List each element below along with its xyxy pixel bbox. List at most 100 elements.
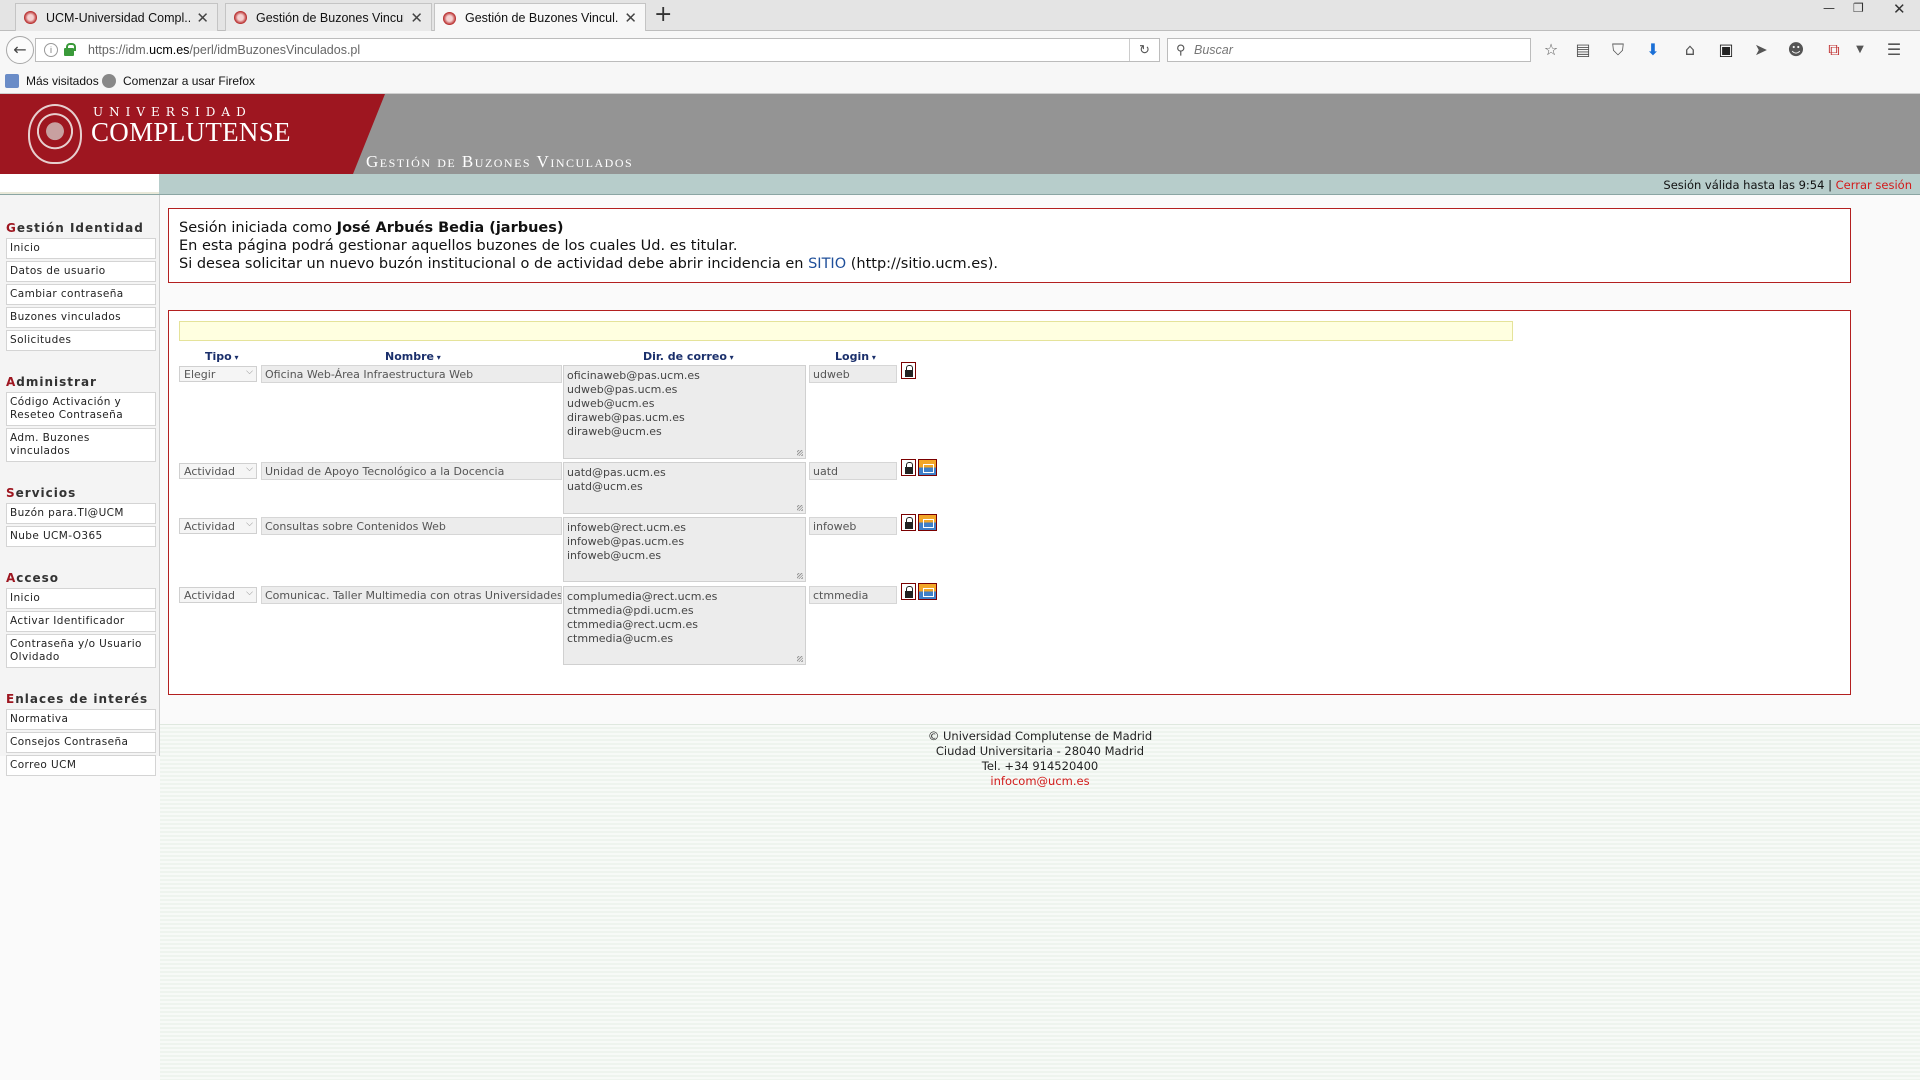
sidebar-item-solicitudes[interactable]: Solicitudes bbox=[6, 330, 156, 351]
info-icon[interactable]: i bbox=[44, 43, 58, 57]
bookmark-star-icon[interactable]: ☆ bbox=[1541, 40, 1561, 60]
download-icon[interactable]: ⬇ bbox=[1643, 40, 1663, 60]
tipo-select[interactable]: Actividad ⌵ bbox=[179, 463, 257, 479]
login-field[interactable]: ctmmedia bbox=[809, 586, 897, 604]
browser-nav-bar: ← i https://idm.ucm.es/perl/idmBuzonesVi… bbox=[0, 31, 1920, 69]
nombre-field[interactable]: Consultas sobre Contenidos Web bbox=[261, 517, 562, 535]
menu-icon[interactable]: ☰ bbox=[1884, 40, 1904, 60]
reading-list-icon[interactable]: ▤ bbox=[1573, 40, 1593, 60]
translate-icon[interactable]: ⧉ bbox=[1824, 40, 1844, 60]
footer: © Universidad Complutense de Madrid Ciud… bbox=[160, 724, 1920, 1080]
nombre-field[interactable]: Unidad de Apoyo Tecnológico a la Docenci… bbox=[261, 462, 562, 480]
correo-textarea[interactable]: oficinaweb@pas.ucm.es udweb@pas.ucm.es udw… bbox=[563, 365, 806, 459]
mail-access-icon[interactable] bbox=[918, 459, 937, 476]
sidebar: Gestión Identidad Inicio Datos de usuari… bbox=[0, 195, 160, 776]
mail-access-icon[interactable] bbox=[918, 583, 937, 600]
lock-password-icon[interactable] bbox=[901, 583, 916, 600]
message-area bbox=[179, 321, 1513, 341]
search-icon: ⚲ bbox=[1176, 42, 1186, 57]
session-info: Sesión válida hasta las 9:54 | Cerrar se… bbox=[1663, 178, 1912, 192]
column-header-login[interactable]: Login bbox=[835, 350, 876, 363]
column-header-nombre[interactable]: Nombre bbox=[385, 350, 441, 363]
tab-title: UCM-Universidad Compl... bbox=[46, 10, 191, 25]
url-text: https://idm.ucm.es/perl/idmBuzonesVincul… bbox=[88, 43, 361, 57]
info-line-request: Si desea solicitar un nuevo buzón instit… bbox=[179, 256, 998, 272]
sidebar-item-activar-identificador[interactable]: Activar Identificador bbox=[6, 611, 156, 632]
page: UNIVERSIDAD COMPLUTENSE Gestión de Buzon… bbox=[0, 94, 1920, 1080]
bookmarks-bar: Más visitados Comenzar a usar Firefox bbox=[0, 69, 1920, 94]
column-header-tipo[interactable]: Tipo bbox=[205, 350, 239, 363]
nombre-field[interactable]: Oficina Web-Área Infraestructura Web bbox=[261, 365, 562, 383]
restore-window-icon[interactable]: ❐ bbox=[1853, 1, 1864, 15]
search-input[interactable]: ⚲ Buscar bbox=[1167, 38, 1531, 62]
university-seal-icon bbox=[28, 104, 82, 164]
globe-icon bbox=[102, 74, 116, 88]
extension-icon[interactable]: ▣ bbox=[1716, 40, 1736, 60]
close-tab-icon[interactable]: ✕ bbox=[410, 9, 423, 27]
chevron-down-icon: ⌵ bbox=[246, 367, 253, 377]
close-tab-icon[interactable]: ✕ bbox=[624, 9, 637, 27]
url-bar[interactable]: i https://idm.ucm.es/perl/idmBuzonesVinc… bbox=[35, 38, 1160, 62]
correo-textarea[interactable]: infoweb@rect.ucm.es infoweb@pas.ucm.es inf… bbox=[563, 517, 806, 582]
tab-title: Gestión de Buzones Vincul... bbox=[256, 10, 405, 25]
sidebar-item-datos-usuario[interactable]: Datos de usuario bbox=[6, 261, 156, 282]
pocket-icon[interactable]: ⛉ bbox=[1608, 40, 1628, 60]
sidebar-item-inicio[interactable]: Inicio bbox=[6, 238, 156, 259]
chat-icon[interactable]: ☻ bbox=[1786, 40, 1806, 60]
sidebar-item-codigo-activacion[interactable]: Código Activación y Reseteo Contraseña bbox=[6, 392, 156, 426]
sidebar-item-correo-ucm[interactable]: Correo UCM bbox=[6, 755, 156, 776]
app-title: Gestión de Buzones Vinculados bbox=[366, 152, 634, 171]
dropdown-arrow-icon[interactable]: ▼ bbox=[1850, 40, 1870, 60]
correo-textarea[interactable]: complumedia@rect.ucm.es ctmmedia@pdi.ucm.… bbox=[563, 586, 806, 665]
logout-link[interactable]: Cerrar sesión bbox=[1836, 178, 1912, 192]
browser-tab[interactable]: Gestión de Buzones Vincul... ✕ bbox=[225, 3, 432, 31]
lock-password-icon[interactable] bbox=[901, 362, 916, 379]
sidebar-item-cambiar-contrasena[interactable]: Cambiar contraseña bbox=[6, 284, 156, 305]
browser-tab-active[interactable]: Gestión de Buzones Vincul... ✕ bbox=[434, 3, 646, 32]
close-window-icon[interactable]: ✕ bbox=[1893, 0, 1906, 18]
sidebar-item-nube-o365[interactable]: Nube UCM-O365 bbox=[6, 526, 156, 547]
tipo-select[interactable]: Actividad ⌵ bbox=[179, 587, 257, 603]
sitio-link[interactable]: SITIO bbox=[808, 256, 846, 272]
ucm-favicon-icon bbox=[24, 11, 37, 24]
column-header-correo[interactable]: Dir. de correo bbox=[643, 350, 734, 363]
lock-password-icon[interactable] bbox=[901, 459, 916, 476]
sidebar-item-buzones-vinculados[interactable]: Buzones vinculados bbox=[6, 307, 156, 328]
correo-textarea[interactable]: uatd@pas.ucm.es uatd@ucm.es bbox=[563, 462, 806, 514]
login-field[interactable]: infoweb bbox=[809, 517, 897, 535]
sidebar-item-adm-buzones[interactable]: Adm. Buzones vinculados bbox=[6, 428, 156, 462]
reload-icon[interactable]: ↻ bbox=[1129, 39, 1159, 61]
send-icon[interactable]: ➤ bbox=[1751, 40, 1771, 60]
folder-icon bbox=[5, 74, 19, 88]
mail-access-icon[interactable] bbox=[918, 514, 937, 531]
bookmark-firefox[interactable]: Comenzar a usar Firefox bbox=[102, 74, 255, 88]
tipo-select[interactable]: Elegir ⌵ bbox=[179, 366, 257, 382]
new-tab-icon[interactable]: + bbox=[654, 2, 672, 27]
sidebar-item-buzon-para-ti[interactable]: Buzón para.TI@UCM bbox=[6, 503, 156, 524]
chevron-down-icon: ⌵ bbox=[246, 588, 253, 598]
sidebar-item-normativa[interactable]: Normativa bbox=[6, 709, 156, 730]
tipo-select[interactable]: Actividad ⌵ bbox=[179, 518, 257, 534]
tab-title: Gestión de Buzones Vincul... bbox=[465, 11, 619, 25]
ucm-favicon-icon bbox=[234, 11, 247, 24]
chevron-down-icon: ⌵ bbox=[246, 464, 253, 474]
chevron-down-icon: ⌵ bbox=[246, 519, 253, 529]
footer-email-link[interactable]: infocom@ucm.es bbox=[160, 774, 1920, 789]
minimize-window-icon[interactable]: — bbox=[1823, 1, 1835, 15]
sidebar-item-acceso-inicio[interactable]: Inicio bbox=[6, 588, 156, 609]
login-field[interactable]: udweb bbox=[809, 365, 897, 383]
sidebar-section-title: Administrar bbox=[6, 375, 97, 389]
user-name: José Arbués Bedia (jarbues) bbox=[336, 220, 564, 236]
secure-lock-icon[interactable] bbox=[64, 43, 76, 56]
login-field[interactable]: uatd bbox=[809, 462, 897, 480]
lock-password-icon[interactable] bbox=[901, 514, 916, 531]
back-arrow-icon[interactable]: ← bbox=[6, 36, 34, 64]
info-line-user: Sesión iniciada como José Arbués Bedia (… bbox=[179, 220, 564, 236]
close-tab-icon[interactable]: ✕ bbox=[196, 9, 209, 27]
bookmark-mas-visitados[interactable]: Más visitados bbox=[5, 74, 99, 88]
sidebar-item-contrasena-olvidada[interactable]: Contraseña y/o Usuario Olvidado bbox=[6, 634, 156, 668]
nombre-field[interactable]: Comunicac. Taller Multimedia con otras U… bbox=[261, 586, 562, 604]
sidebar-item-consejos-contrasena[interactable]: Consejos Contraseña bbox=[6, 732, 156, 753]
browser-tab[interactable]: UCM-Universidad Compl... ✕ bbox=[15, 3, 218, 31]
home-icon[interactable]: ⌂ bbox=[1680, 40, 1700, 60]
